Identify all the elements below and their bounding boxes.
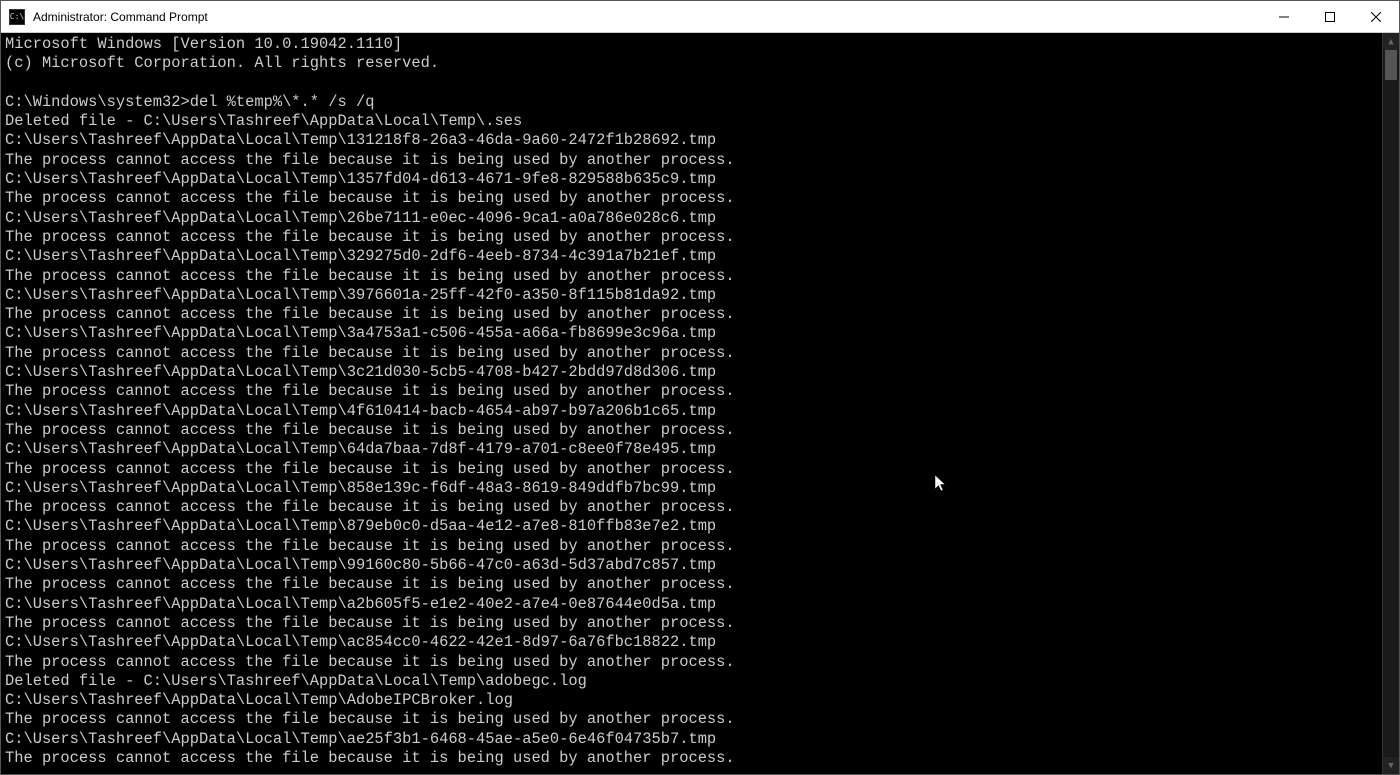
close-button[interactable]: [1353, 1, 1399, 32]
scrollbar-thumb[interactable]: [1385, 50, 1397, 80]
scrollbar-track[interactable]: [1383, 50, 1399, 757]
terminal-output[interactable]: Microsoft Windows [Version 10.0.19042.11…: [1, 33, 1382, 774]
terminal-area: Microsoft Windows [Version 10.0.19042.11…: [1, 33, 1399, 774]
scrollbar[interactable]: ▲ ▼: [1382, 33, 1399, 774]
maximize-button[interactable]: [1307, 1, 1353, 32]
scroll-down-arrow[interactable]: ▼: [1383, 757, 1399, 774]
titlebar[interactable]: C:\ Administrator: Command Prompt: [1, 1, 1399, 33]
scroll-up-arrow[interactable]: ▲: [1383, 33, 1399, 50]
window-title: Administrator: Command Prompt: [33, 10, 208, 24]
window-controls: [1261, 1, 1399, 32]
minimize-button[interactable]: [1261, 1, 1307, 32]
cmd-icon: C:\: [9, 9, 25, 25]
